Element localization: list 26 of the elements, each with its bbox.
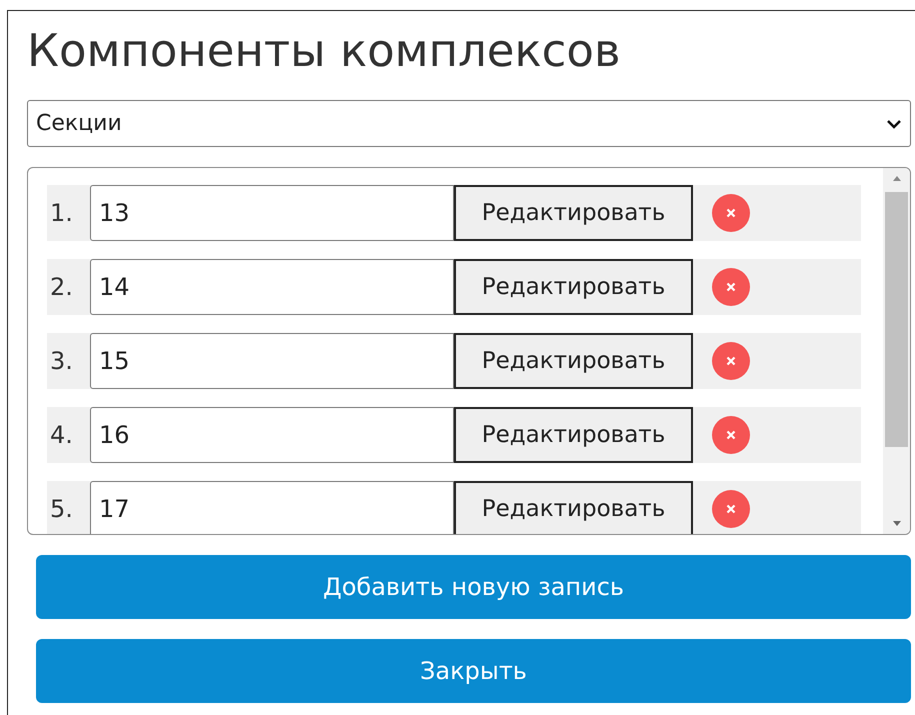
row-number: 5. [49,495,74,523]
scrollbar[interactable] [883,168,910,534]
delete-icon[interactable] [712,490,750,528]
row-number: 4. [49,421,74,449]
edit-button[interactable]: Редактировать [454,185,693,241]
value-field[interactable]: 17 [90,481,454,534]
delete-icon[interactable] [712,268,750,306]
edit-button[interactable]: Редактировать [454,333,693,389]
edit-button[interactable]: Редактировать [454,481,693,534]
value-field[interactable]: 13 [90,185,454,241]
delete-icon[interactable] [712,416,750,454]
edit-button[interactable]: Редактировать [454,407,693,463]
chevron-down-icon [886,118,902,130]
page-title: Компоненты комплексов [27,23,622,79]
row-number: 1. [49,199,74,227]
close-button[interactable]: Закрыть [36,639,911,703]
value-field[interactable]: 16 [90,407,454,463]
row-number: 3. [49,347,74,375]
edit-button[interactable]: Редактировать [454,259,693,315]
add-record-button[interactable]: Добавить новую запись [36,555,911,619]
delete-icon[interactable] [712,342,750,380]
delete-icon[interactable] [712,194,750,232]
value-field[interactable]: 14 [90,259,454,315]
category-select[interactable]: Секции [27,100,911,147]
row-number: 2. [49,273,74,301]
value-field[interactable]: 15 [90,333,454,389]
